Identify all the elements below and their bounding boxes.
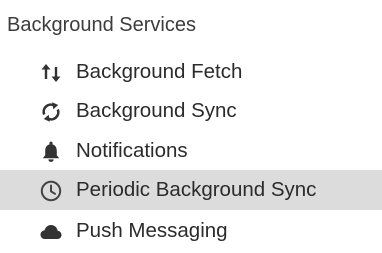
up-down-arrows-icon <box>38 60 64 86</box>
sidebar-item-periodic-background-sync[interactable]: Periodic Background Sync <box>0 170 382 210</box>
sidebar-item-background-fetch[interactable]: Background Fetch <box>0 52 382 92</box>
sidebar-item-push-messaging[interactable]: Push Messaging <box>0 211 382 251</box>
sidebar-item-label: Periodic Background Sync <box>76 178 317 201</box>
bell-icon <box>38 139 64 165</box>
sidebar-item-label: Background Sync <box>76 99 237 122</box>
section-header: Background Services <box>7 14 196 36</box>
sidebar-item-label: Push Messaging <box>76 219 228 242</box>
sync-arrows-icon <box>38 99 64 125</box>
sidebar-item-label: Notifications <box>76 139 188 162</box>
sidebar-item-background-sync[interactable]: Background Sync <box>0 91 382 131</box>
cloud-icon <box>38 219 64 245</box>
sidebar-item-label: Background Fetch <box>76 60 243 83</box>
clock-icon <box>38 178 64 204</box>
sidebar-item-notifications[interactable]: Notifications <box>0 131 382 171</box>
background-services-panel: Background Services Background Fetch Bac… <box>0 0 382 253</box>
